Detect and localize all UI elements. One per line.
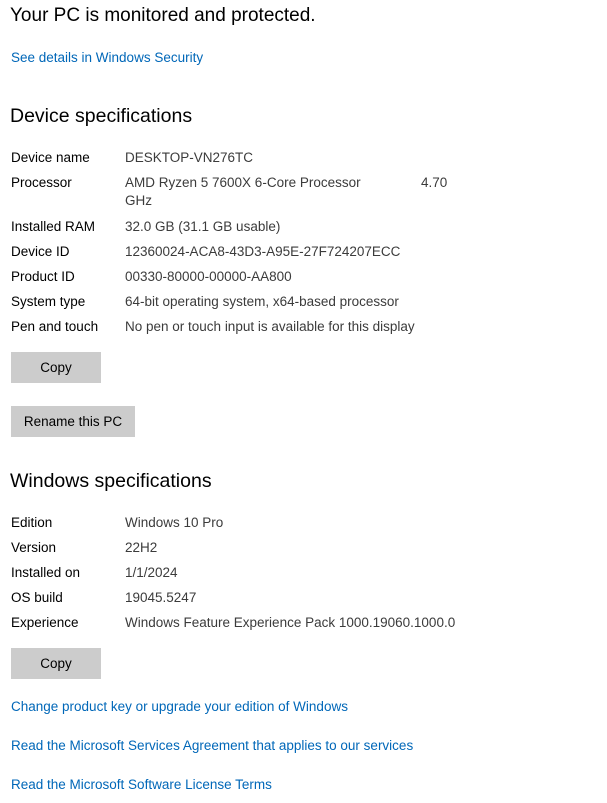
services-agreement-link[interactable]: Read the Microsoft Services Agreement th… — [11, 737, 413, 755]
spec-value: Windows Feature Experience Pack 1000.190… — [125, 615, 456, 630]
processor-name: AMD Ryzen 5 7600X 6-Core Processor — [125, 175, 361, 190]
spec-label: Device ID — [11, 244, 70, 259]
spec-value: DESKTOP-VN276TC — [125, 150, 254, 165]
spec-label: Version — [11, 540, 57, 555]
spec-label: Pen and touch — [11, 319, 99, 334]
spec-value: 19045.5247 — [125, 590, 197, 605]
device-specs-heading: Device specifications — [10, 105, 193, 127]
spec-label: OS build — [11, 590, 63, 605]
spec-value: Windows 10 Pro — [125, 515, 224, 530]
security-details-link[interactable]: See details in Windows Security — [11, 49, 203, 67]
windows-specs-heading: Windows specifications — [10, 470, 212, 492]
spec-value: 00330-80000-00000-AA800 — [125, 269, 292, 284]
spec-label: Device name — [11, 150, 90, 165]
device-copy-button[interactable]: Copy — [11, 352, 101, 383]
spec-value: 22H2 — [125, 540, 158, 555]
spec-value: 32.0 GB (31.1 GB usable) — [125, 219, 281, 234]
spec-label: Processor — [11, 175, 72, 190]
spec-value-processor: AMD Ryzen 5 7600X 6-Core Processor 4.70 … — [125, 174, 448, 208]
spec-value: 64-bit operating system, x64-based proce… — [125, 294, 399, 309]
spec-label: Experience — [11, 615, 79, 630]
rename-pc-button[interactable]: Rename this PC — [11, 406, 135, 437]
spec-value: No pen or touch input is available for t… — [125, 319, 415, 334]
processor-speed: 4.70 — [421, 175, 448, 190]
spec-label: Edition — [11, 515, 53, 530]
processor-speed-unit: GHz — [125, 193, 152, 208]
spec-label: Product ID — [11, 269, 75, 284]
spec-label: Installed RAM — [11, 219, 96, 234]
protection-status-heading: Your PC is monitored and protected. — [10, 5, 316, 26]
spec-label: Installed on — [11, 565, 81, 580]
windows-copy-button[interactable]: Copy — [11, 648, 101, 679]
change-product-key-link[interactable]: Change product key or upgrade your editi… — [11, 698, 348, 716]
spec-value: 1/1/2024 — [125, 565, 178, 580]
spec-value: 12360024-ACA8-43D3-A95E-27F724207ECC — [125, 244, 401, 259]
license-terms-link[interactable]: Read the Microsoft Software License Term… — [11, 776, 272, 794]
spec-label: System type — [11, 294, 86, 309]
